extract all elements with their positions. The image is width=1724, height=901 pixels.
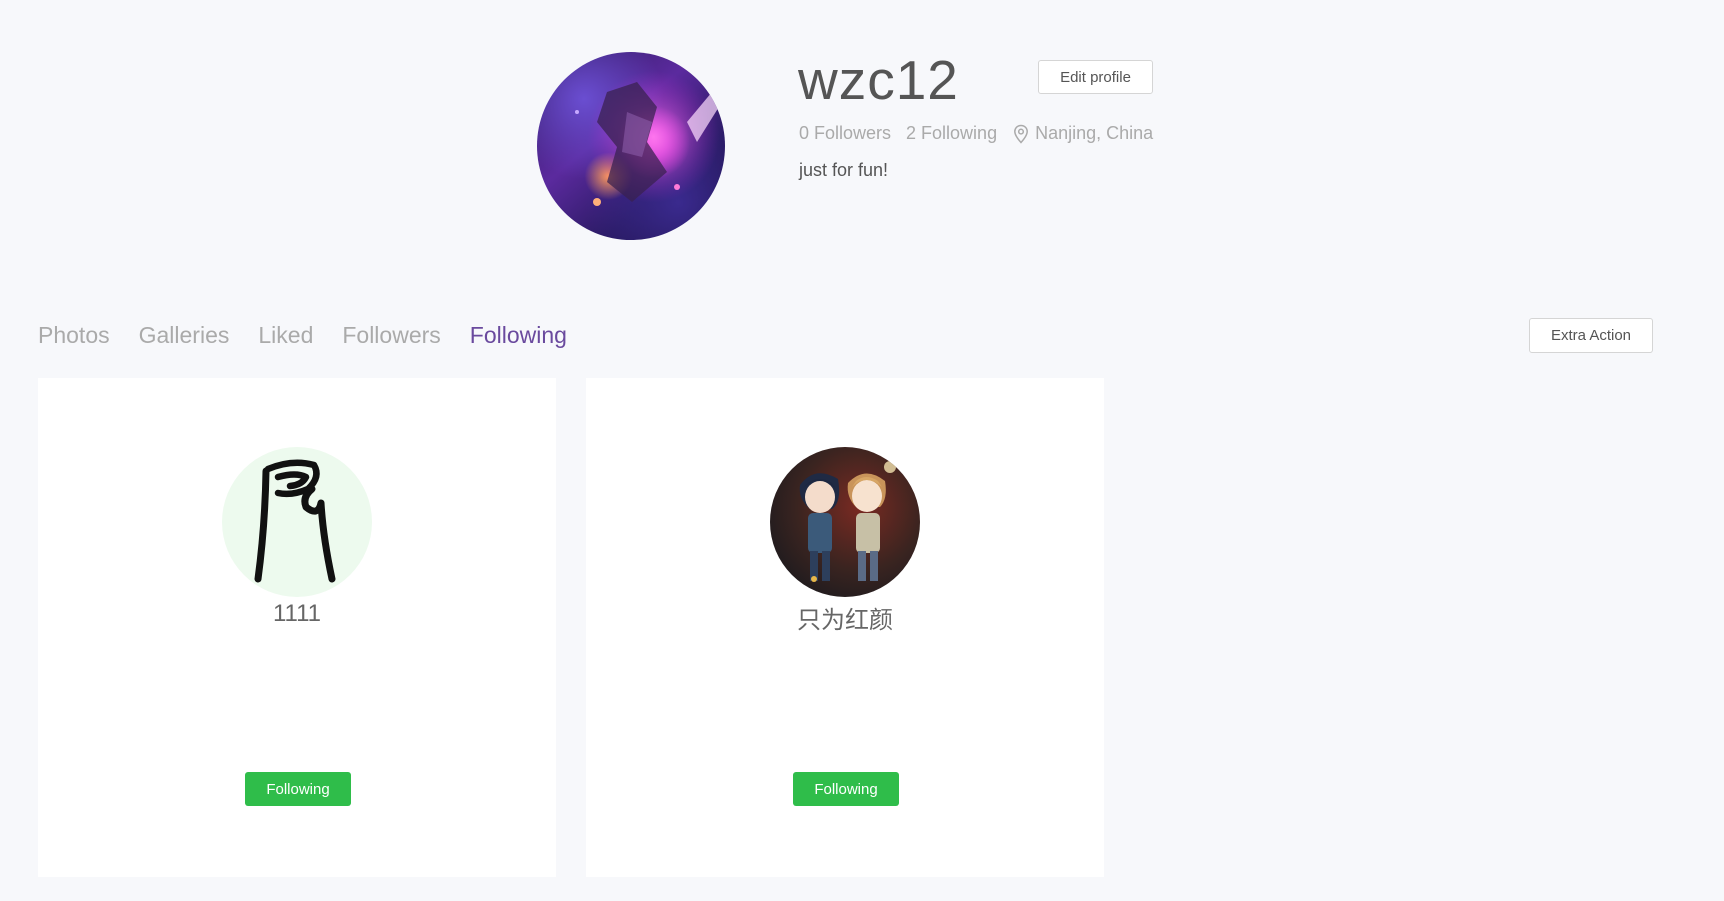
profile-page: wzc12 Edit profile 0 Followers 2 Followi… xyxy=(0,0,1724,901)
followers-count[interactable]: 0 Followers xyxy=(799,123,891,144)
profile-username: wzc12 xyxy=(798,49,959,111)
tab-followers[interactable]: Followers xyxy=(342,322,440,349)
tab-liked[interactable]: Liked xyxy=(258,322,313,349)
tab-photos[interactable]: Photos xyxy=(38,322,110,349)
anime-characters-avatar-icon xyxy=(770,447,920,597)
profile-location: Nanjing, China xyxy=(1012,123,1153,144)
following-count[interactable]: 2 Following xyxy=(906,123,997,144)
profile-tabs: Photos Galleries Liked Followers Followi… xyxy=(38,322,596,349)
user-avatar[interactable] xyxy=(770,447,920,597)
user-avatar[interactable] xyxy=(222,447,372,597)
tab-following[interactable]: Following xyxy=(470,322,567,349)
following-button[interactable]: Following xyxy=(245,772,351,806)
user-name[interactable]: 1111 xyxy=(38,600,556,628)
user-name[interactable]: 只为红颜 xyxy=(586,600,1104,635)
user-card: 1111 Following xyxy=(38,378,556,877)
avatar-artwork xyxy=(537,52,725,240)
edit-profile-button[interactable]: Edit profile xyxy=(1038,60,1153,94)
tab-galleries[interactable]: Galleries xyxy=(139,322,230,349)
location-pin-icon xyxy=(1014,124,1029,144)
following-button[interactable]: Following xyxy=(793,772,899,806)
extra-action-button[interactable]: Extra Action xyxy=(1529,318,1653,353)
seal-character-avatar-icon xyxy=(222,447,372,597)
profile-bio: just for fun! xyxy=(799,160,889,180)
location-text: Nanjing, China xyxy=(1035,123,1154,143)
user-card: 只为红颜 Following xyxy=(586,378,1104,877)
profile-avatar[interactable] xyxy=(537,52,725,240)
profile-stats: 0 Followers 2 Following Nanjing, China xyxy=(799,123,1153,144)
